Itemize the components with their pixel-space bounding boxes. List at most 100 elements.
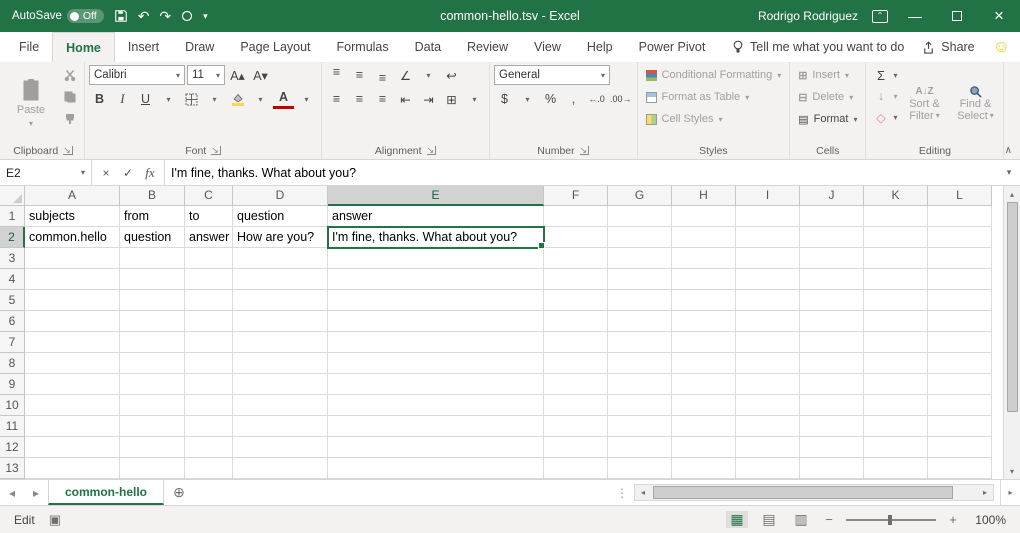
italic-button[interactable]: I (112, 89, 133, 109)
vertical-scroll-thumb[interactable] (1007, 202, 1018, 412)
tab-review[interactable]: Review (454, 32, 521, 62)
font-color-button[interactable]: A (273, 89, 294, 109)
cell-J9[interactable] (800, 374, 864, 395)
cell-F13[interactable] (544, 458, 608, 479)
cell-G3[interactable] (608, 248, 672, 269)
cell-D7[interactable] (233, 332, 328, 353)
cell-H12[interactable] (672, 437, 736, 458)
page-layout-view-icon[interactable]: ▤ (758, 511, 780, 528)
cell-K4[interactable] (864, 269, 928, 290)
autosum-icon[interactable]: Σ (870, 65, 891, 85)
bold-button[interactable]: B (89, 89, 110, 109)
cell-D2[interactable]: How are you? (233, 227, 328, 248)
cell-B10[interactable] (120, 395, 185, 416)
scroll-down-icon[interactable]: ▾ (1004, 463, 1020, 479)
cell-G9[interactable] (608, 374, 672, 395)
font-name-dropdown-icon[interactable]: ▾ (172, 71, 180, 80)
cell-I13[interactable] (736, 458, 800, 479)
cell-J2[interactable] (800, 227, 864, 248)
row-header-12[interactable]: 12 (0, 437, 25, 458)
cell-D1[interactable]: question (233, 206, 328, 227)
page-break-view-icon[interactable]: ▥ (790, 511, 812, 528)
cell-C1[interactable]: to (185, 206, 233, 227)
cell-K7[interactable] (864, 332, 928, 353)
cell-E4[interactable] (328, 269, 544, 290)
row-header-6[interactable]: 6 (0, 311, 25, 332)
column-header-B[interactable]: B (120, 186, 185, 206)
cell-G4[interactable] (608, 269, 672, 290)
increase-font-size-button[interactable]: A▴ (227, 65, 248, 85)
zoom-slider-thumb[interactable] (888, 515, 892, 525)
sort-filter-button[interactable]: A↓Z Sort & Filter▾ (900, 65, 948, 142)
clipboard-dialog-launcher-icon[interactable]: ↘ (63, 146, 73, 155)
cell-J10[interactable] (800, 395, 864, 416)
cell-A6[interactable] (25, 311, 120, 332)
horizontal-scroll-thumb[interactable] (653, 486, 953, 499)
orientation-icon[interactable]: ∠ (395, 65, 416, 85)
font-size-dropdown-icon[interactable]: ▾ (212, 71, 220, 80)
cell-D6[interactable] (233, 311, 328, 332)
zoom-level[interactable]: 100% (970, 513, 1006, 527)
cell-I9[interactable] (736, 374, 800, 395)
align-bottom-icon[interactable]: ≡ (372, 65, 393, 85)
tab-page-layout[interactable]: Page Layout (227, 32, 323, 62)
cell-J11[interactable] (800, 416, 864, 437)
cell-B1[interactable]: from (120, 206, 185, 227)
cell-E3[interactable] (328, 248, 544, 269)
cell-K1[interactable] (864, 206, 928, 227)
cancel-entry-icon[interactable]: × (96, 163, 116, 183)
cell-L4[interactable] (928, 269, 992, 290)
feedback-smiley-icon[interactable]: ☺ (993, 37, 1010, 57)
cell-G8[interactable] (608, 353, 672, 374)
cell-E8[interactable] (328, 353, 544, 374)
cell-L10[interactable] (928, 395, 992, 416)
autosum-dropdown-icon[interactable]: ▾ (893, 71, 897, 80)
insert-cells-button[interactable]: ⊞ Insert ▾ (794, 65, 861, 85)
cell-A8[interactable] (25, 353, 120, 374)
cell-B7[interactable] (120, 332, 185, 353)
column-header-C[interactable]: C (185, 186, 233, 206)
cell-A5[interactable] (25, 290, 120, 311)
cell-H2[interactable] (672, 227, 736, 248)
row-header-1[interactable]: 1 (0, 206, 25, 227)
cell-L2[interactable] (928, 227, 992, 248)
percent-style-icon[interactable]: % (540, 89, 561, 109)
redo-icon[interactable]: ↷ (159, 9, 171, 23)
vertical-scrollbar[interactable]: ▴ ▾ (1003, 186, 1020, 479)
cell-D8[interactable] (233, 353, 328, 374)
row-header-5[interactable]: 5 (0, 290, 25, 311)
cell-L6[interactable] (928, 311, 992, 332)
cell-E5[interactable] (328, 290, 544, 311)
clear-icon[interactable]: ◇ (870, 107, 891, 127)
clear-dropdown-icon[interactable]: ▾ (893, 113, 897, 122)
borders-dropdown-icon[interactable]: ▾ (204, 89, 225, 109)
fill-icon[interactable]: ↓ (870, 86, 891, 106)
alignment-dialog-launcher-icon[interactable]: ↘ (427, 146, 437, 155)
cell-C6[interactable] (185, 311, 233, 332)
cell-L7[interactable] (928, 332, 992, 353)
cell-G5[interactable] (608, 290, 672, 311)
undo-icon[interactable]: ↶ (138, 9, 150, 23)
cell-H8[interactable] (672, 353, 736, 374)
new-sheet-icon[interactable]: ⊕ (164, 480, 194, 505)
user-name[interactable]: Rodrigo Rodriguez (758, 9, 858, 23)
cell-J3[interactable] (800, 248, 864, 269)
cell-I8[interactable] (736, 353, 800, 374)
cell-E11[interactable] (328, 416, 544, 437)
row-header-11[interactable]: 11 (0, 416, 25, 437)
align-right-icon[interactable]: ≡ (372, 89, 393, 109)
underline-button[interactable]: U (135, 89, 156, 109)
increase-decimal-icon[interactable]: ←.0 (586, 89, 607, 109)
column-header-I[interactable]: I (736, 186, 800, 206)
fill-dropdown-icon[interactable]: ▾ (893, 92, 897, 101)
cell-C5[interactable] (185, 290, 233, 311)
zoom-out-icon[interactable]: − (822, 512, 836, 527)
cell-H13[interactable] (672, 458, 736, 479)
cell-A10[interactable] (25, 395, 120, 416)
tab-file[interactable]: File (6, 32, 52, 62)
touch-mode-icon[interactable] (181, 10, 193, 22)
tab-insert[interactable]: Insert (115, 32, 172, 62)
cell-H4[interactable] (672, 269, 736, 290)
merge-center-icon[interactable]: ⊞ (441, 89, 462, 109)
merge-center-dropdown-icon[interactable]: ▾ (464, 89, 485, 109)
